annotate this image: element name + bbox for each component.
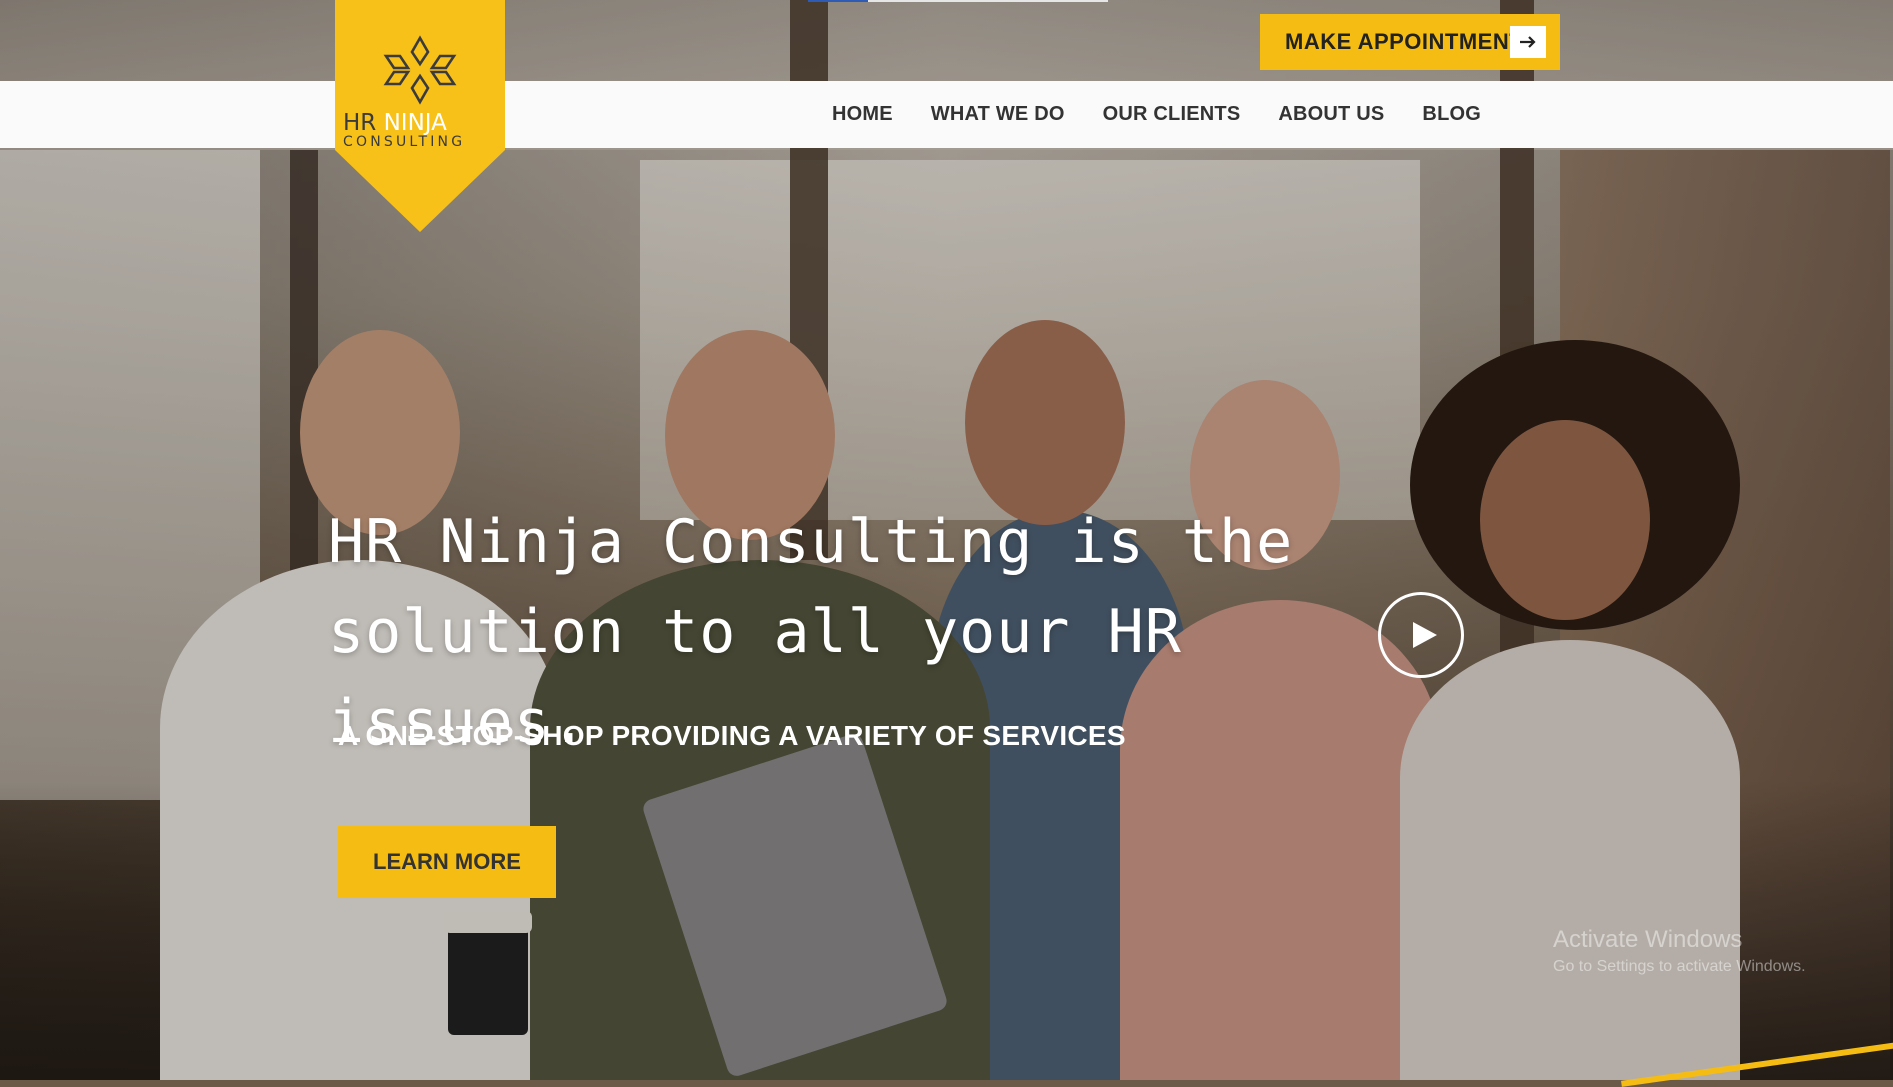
watermark-subtitle: Go to Settings to activate Windows. [1553, 958, 1806, 975]
nav-what-we-do[interactable]: WHAT WE DO [931, 103, 1065, 126]
logo-name-hr: HR [343, 110, 377, 136]
logo-name-ninja: NINJA [383, 110, 447, 136]
nav-blog[interactable]: BLOG [1422, 103, 1481, 126]
logo-subtitle: CONSULTING [343, 134, 466, 150]
logo-name: HR NINJA [343, 110, 503, 136]
hero-headline-line1: HR Ninja Consulting is the [328, 507, 1294, 577]
nav-about-us[interactable]: ABOUT US [1278, 103, 1384, 126]
arrow-right-icon [1510, 26, 1546, 58]
make-appointment-button[interactable]: MAKE APPOINTMENT [1260, 14, 1560, 70]
play-video-button[interactable] [1378, 592, 1464, 678]
hero-subheading: A ONE-STOP-SHOP PROVIDING A VARIETY OF S… [338, 720, 1126, 751]
windows-activation-watermark: Activate Windows Go to Settings to activ… [1553, 926, 1806, 976]
make-appointment-label: MAKE APPOINTMENT [1285, 29, 1524, 54]
learn-more-label: LEARN MORE [373, 849, 521, 874]
play-icon [1413, 622, 1437, 648]
learn-more-button[interactable]: LEARN MORE [338, 826, 556, 898]
nav-our-clients[interactable]: OUR CLIENTS [1103, 103, 1241, 126]
nav-home[interactable]: HOME [832, 103, 893, 126]
ninja-star-icon [383, 35, 457, 105]
navbar: HOME WHAT WE DO OUR CLIENTS ABOUT US BLO… [0, 81, 1893, 148]
watermark-title: Activate Windows [1553, 926, 1743, 953]
main-nav: HOME WHAT WE DO OUR CLIENTS ABOUT US BLO… [832, 81, 1481, 148]
top-progress-line [808, 0, 1108, 2]
